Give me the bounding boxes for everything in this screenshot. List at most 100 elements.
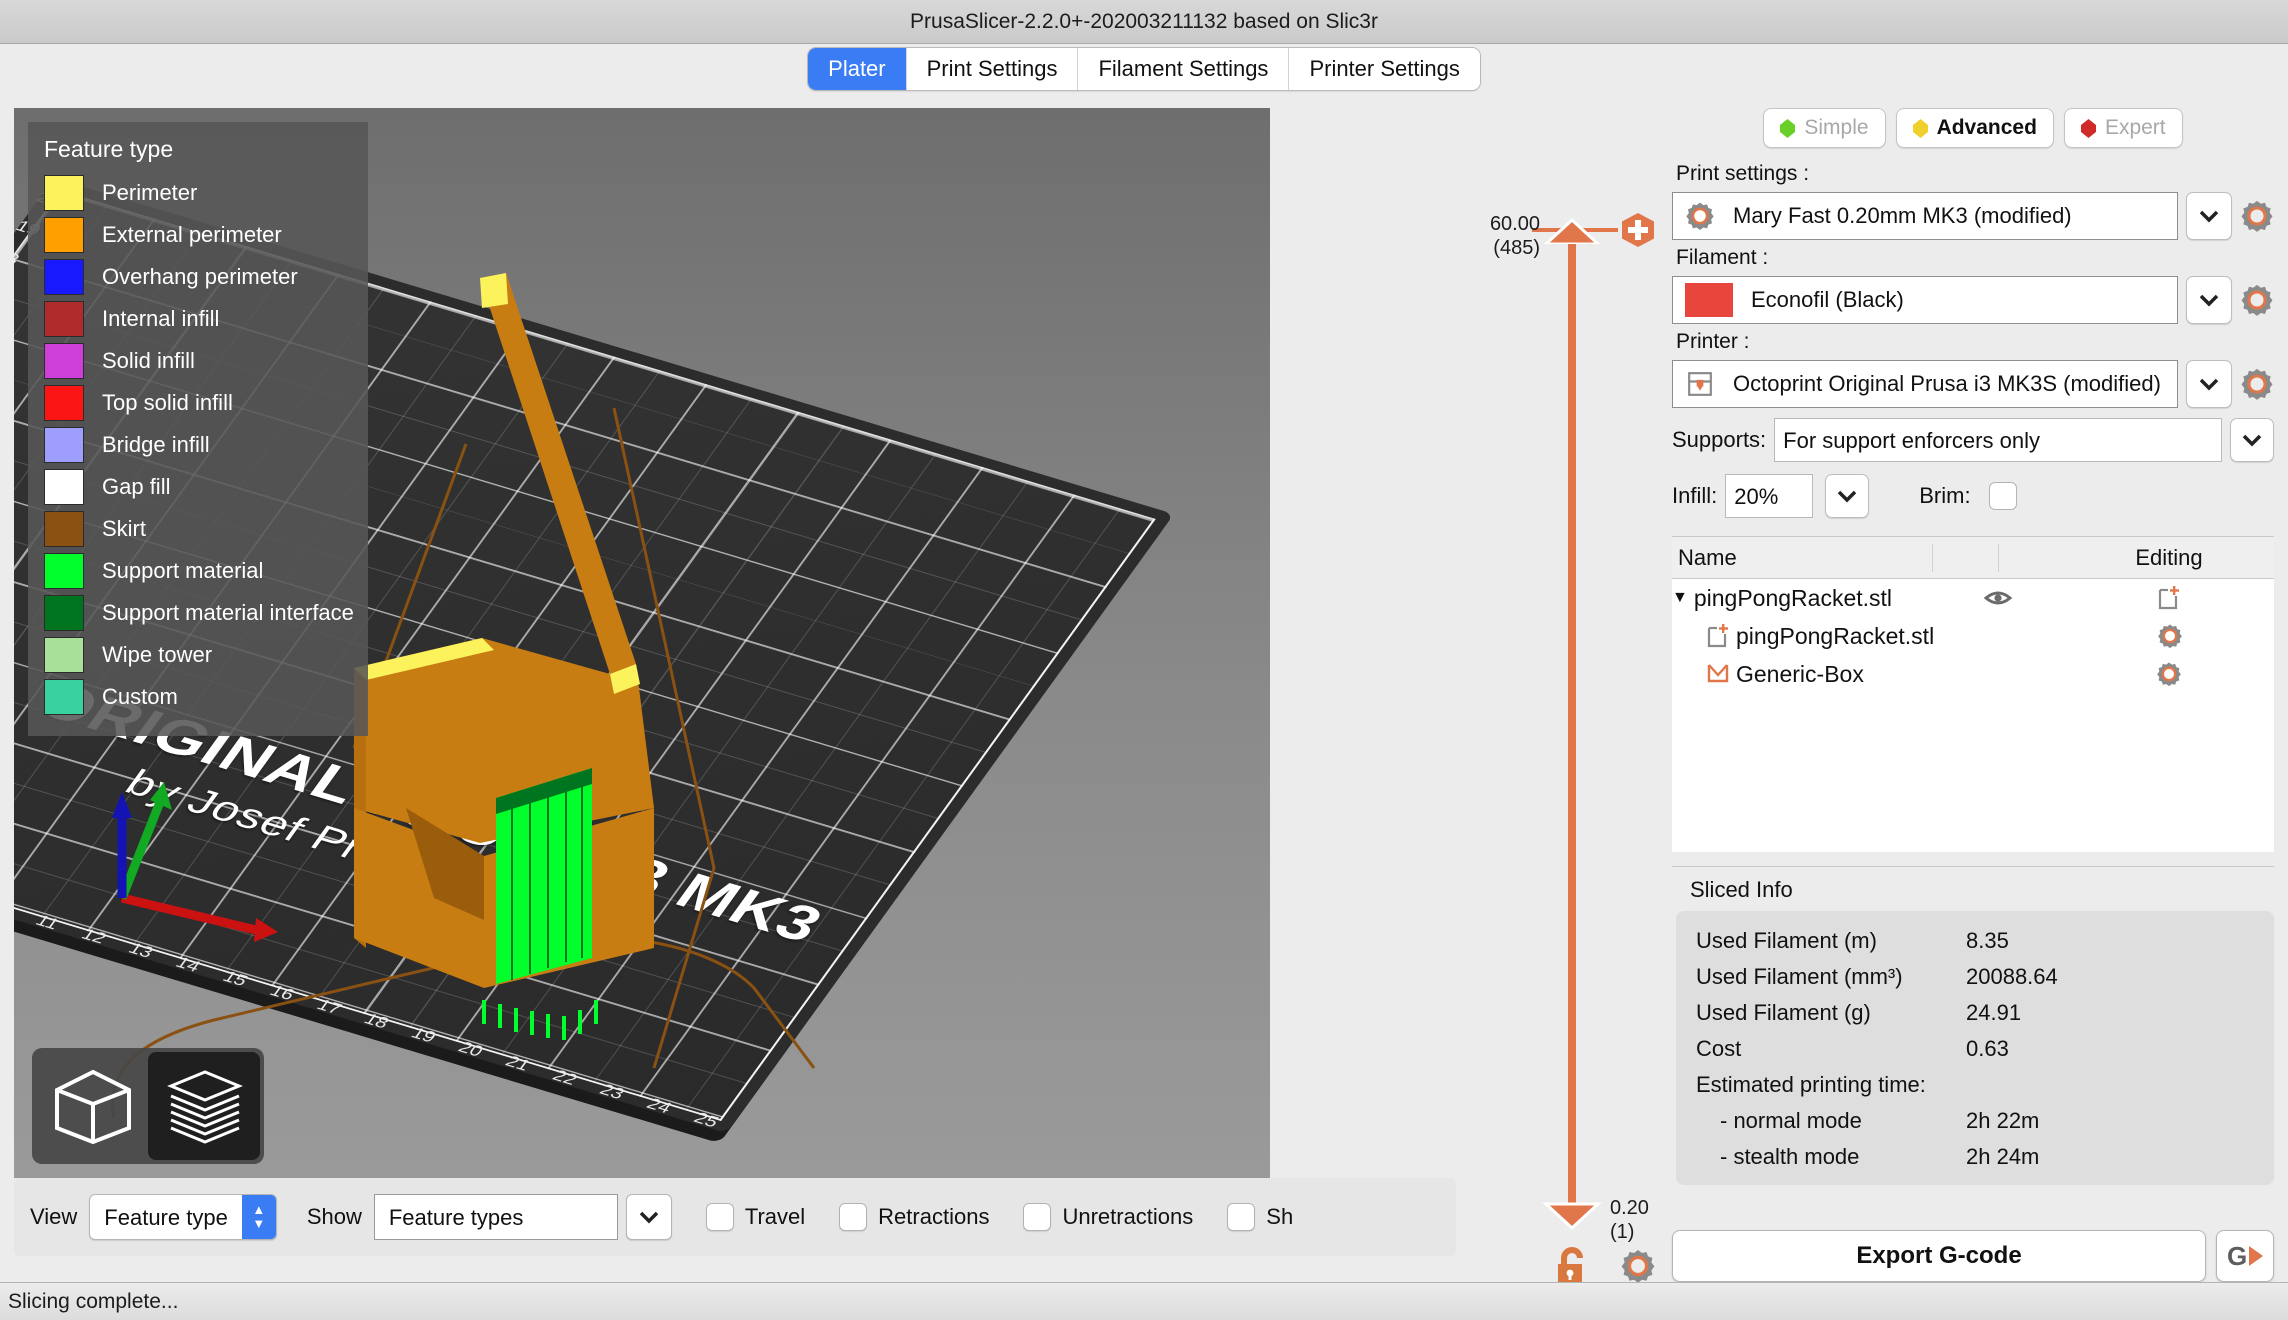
show-select-dropdown-button[interactable] — [625, 1194, 672, 1240]
add-part-icon[interactable] — [1706, 623, 1730, 649]
view-select-value: Feature type — [104, 1205, 228, 1230]
sliced-info-row: - stealth mode 2h 24m — [1676, 1139, 2274, 1175]
sliced-info-row: - normal mode 2h 22m — [1676, 1103, 2274, 1139]
checkbox-label: Sh — [1266, 1204, 1294, 1229]
mode-button-advanced[interactable]: Advanced — [1895, 108, 2054, 148]
print-settings-combo[interactable]: Mary Fast 0.20mm MK3 (modified) — [1672, 192, 2178, 240]
layer-slider-track[interactable] — [1568, 230, 1576, 1220]
print-settings-row: Mary Fast 0.20mm MK3 (modified) — [1672, 192, 2274, 240]
view-mode-toggle[interactable] — [32, 1048, 264, 1164]
filament-combo[interactable]: Econofil (Black) — [1672, 276, 2178, 324]
mode-button-simple[interactable]: Simple — [1763, 108, 1886, 148]
legend-item: Perimeter — [44, 172, 352, 214]
printer-edit-gear-icon[interactable] — [2240, 367, 2274, 401]
legend-swatch — [44, 595, 84, 631]
object-row-editing-cell — [2065, 623, 2274, 649]
checkbox-unretractions[interactable]: Unretractions — [1023, 1203, 1193, 1231]
infill-dropdown-button[interactable] — [1825, 474, 1870, 518]
export-gcode-button[interactable]: Export G-code — [1672, 1230, 2206, 1282]
print-settings-value: Mary Fast 0.20mm MK3 (modified) — [1733, 203, 2072, 228]
legend-item: Wipe tower — [44, 634, 352, 676]
print-settings-edit-gear-icon[interactable] — [2240, 199, 2274, 233]
mode-dot-icon — [1912, 118, 1928, 138]
gear-icon[interactable] — [2156, 661, 2182, 687]
eye-icon[interactable] — [1984, 588, 2012, 608]
supports-value[interactable]: For support enforcers only — [1774, 418, 2222, 462]
add-custom-gcode-button[interactable] — [1620, 212, 1656, 248]
checkbox-box[interactable] — [1023, 1203, 1052, 1231]
infill-value[interactable]: 20% — [1725, 474, 1814, 518]
printer-dropdown-button[interactable] — [2186, 360, 2232, 408]
brim-checkbox[interactable] — [1988, 482, 2017, 510]
svg-text:G: G — [2227, 1241, 2247, 1271]
layer-slider[interactable]: 60.00 (485) 0.20 (1) — [1472, 94, 1672, 1320]
column-divider-1 — [1932, 543, 1998, 572]
object-list-row[interactable]: pingPongRacket.stl — [1672, 617, 2274, 655]
support-enforcer-icon[interactable] — [1706, 662, 1730, 686]
send-gcode-button[interactable]: G — [2216, 1230, 2274, 1282]
sliced-info-key: Estimated printing time: — [1696, 1072, 1926, 1097]
status-text: Slicing complete... — [8, 1289, 179, 1313]
filament-dropdown-button[interactable] — [2186, 276, 2232, 324]
object-list-row[interactable]: ▼ pingPongRacket.stl — [1672, 579, 2274, 617]
supports-row: Supports: For support enforcers only — [1672, 418, 2274, 462]
object-row-label: pingPongRacket.stl — [1736, 622, 1935, 649]
print-settings-dropdown-button[interactable] — [2186, 192, 2232, 240]
checkbox-travel[interactable]: Travel — [705, 1203, 805, 1231]
legend-item: Custom — [44, 676, 352, 718]
gear-icon[interactable] — [1620, 1248, 1656, 1284]
view-mode-3d-button[interactable] — [36, 1052, 148, 1160]
tab-printer-settings[interactable]: Printer Settings — [1288, 48, 1480, 90]
tab-filament-settings[interactable]: Filament Settings — [1077, 48, 1289, 90]
feature-type-legend: Feature type Perimeter External perimeter… — [28, 122, 368, 736]
supports-dropdown-button[interactable] — [2230, 418, 2274, 462]
chevron-down-icon — [1838, 490, 1857, 503]
filament-value: Econofil (Black) — [1751, 287, 1904, 312]
checkbox-retractions[interactable]: Retractions — [839, 1203, 989, 1231]
legend-title: Feature type — [44, 136, 174, 162]
legend-item-label: Top solid infill — [102, 390, 233, 415]
layer-slider-bottom-handle[interactable] — [1542, 1200, 1602, 1230]
sliced-info-key: Used Filament (g) — [1696, 1000, 1871, 1025]
tab-group: Plater Print Settings Filament Settings Pri… — [808, 48, 1480, 90]
sliced-info-row: Cost 0.63 — [1676, 1031, 2274, 1067]
gear-icon[interactable] — [2157, 623, 2183, 649]
object-list-row[interactable]: Generic-Box — [1672, 655, 2274, 693]
legend-swatch — [44, 343, 84, 379]
legend-item-label: Perimeter — [102, 180, 198, 205]
layer-slider-top-handle[interactable] — [1542, 218, 1602, 244]
legend-item: Bridge infill — [44, 424, 352, 466]
add-part-icon[interactable] — [2157, 585, 2181, 611]
view-mode-preview-button[interactable] — [148, 1052, 260, 1160]
layer-slider-top-label: 60.00 (485) — [1489, 213, 1540, 259]
print-settings-label: Print settings : — [1676, 162, 1810, 185]
legend-item-label: External perimeter — [102, 222, 282, 247]
tab-print-settings[interactable]: Print Settings — [905, 48, 1078, 90]
supports-label: Supports: — [1672, 427, 1767, 452]
printer-row: Octoprint Original Prusa i3 MK3S (modifi… — [1672, 360, 2274, 408]
sliced-info-value: 0.63 — [1966, 1036, 2009, 1061]
tab-plater[interactable]: Plater — [808, 48, 906, 90]
checkbox-box[interactable] — [839, 1203, 868, 1231]
legend-swatch — [44, 301, 84, 337]
view-select-stepper[interactable]: ▲ ▼ — [241, 1195, 276, 1239]
filament-edit-gear-icon[interactable] — [2240, 283, 2274, 317]
mode-selector: Simple Advanced Expert — [1672, 108, 2274, 148]
window-titlebar: PrusaSlicer-2.2.0+-202003211132 based on… — [0, 0, 2288, 44]
checkbox-sh[interactable]: Sh — [1227, 1203, 1293, 1231]
expander-triangle-icon[interactable]: ▼ — [1672, 590, 1688, 606]
checkbox-box[interactable] — [1227, 1203, 1256, 1231]
printer-combo[interactable]: Octoprint Original Prusa i3 MK3S (modifi… — [1672, 360, 2178, 408]
view-select[interactable]: Feature type ▲ ▼ — [89, 1194, 277, 1240]
3d-viewport[interactable]: ORIGINAL PRUSA i3 MK3 by Josef Prusa 012… — [14, 108, 1270, 1178]
window-title: PrusaSlicer-2.2.0+-202003211132 based on… — [910, 9, 1378, 33]
show-select-value[interactable]: Feature types — [373, 1194, 618, 1240]
sliced-info-value: 2h 24m — [1966, 1144, 2040, 1169]
printer-value: Octoprint Original Prusa i3 MK3S (modifi… — [1733, 371, 2161, 396]
checkbox-box[interactable] — [705, 1203, 734, 1231]
legend-item-label: Custom — [102, 684, 178, 709]
legend-item: Support material — [44, 550, 352, 592]
mode-button-expert[interactable]: Expert — [2063, 108, 2183, 148]
preview-toolbar: View Feature type ▲ ▼ Show Feature types … — [14, 1178, 1456, 1256]
axis-indicator — [112, 782, 278, 942]
